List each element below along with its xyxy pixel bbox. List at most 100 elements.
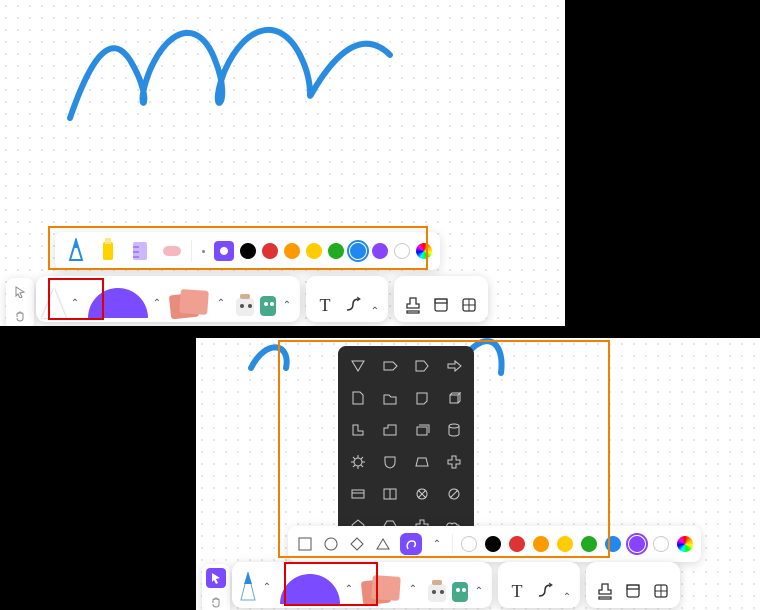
connector-tool-icon[interactable]	[340, 292, 366, 318]
color-yellow[interactable]	[306, 243, 322, 259]
chevron-up-icon[interactable]: ⌃	[214, 296, 228, 310]
frame-tool-icon[interactable]	[428, 292, 454, 318]
color-picker-icon[interactable]	[677, 536, 693, 552]
shape-page-icon[interactable]	[346, 386, 370, 410]
pen-blue-icon	[238, 570, 258, 604]
tool-tray-objects	[394, 276, 488, 322]
color-red[interactable]	[509, 536, 525, 552]
shape-plus-hollow-icon[interactable]	[442, 450, 466, 474]
table-tool-icon[interactable]	[456, 292, 482, 318]
shape-l-icon[interactable]	[346, 418, 370, 442]
stamp-tool-icon[interactable]	[592, 578, 618, 604]
shape-toolbar: ⌃	[288, 526, 701, 562]
sticky-tool-slot[interactable]: ⌃	[362, 574, 420, 604]
chevron-up-icon[interactable]: ⌃	[430, 537, 444, 551]
pointer-tool-icon[interactable]	[10, 282, 30, 302]
character-2-icon	[450, 578, 470, 604]
color-black[interactable]	[485, 536, 501, 552]
shape-arrow-block-icon[interactable]	[442, 354, 466, 378]
selection-mode-bar	[6, 278, 34, 326]
character-2-icon	[258, 292, 278, 318]
shape-shield-icon[interactable]	[378, 450, 402, 474]
color-white-2[interactable]	[653, 536, 669, 552]
color-black[interactable]	[240, 243, 256, 259]
color-red[interactable]	[262, 243, 278, 259]
sticky-notes-icon	[362, 574, 404, 604]
eraser-tool-icon[interactable]	[159, 242, 185, 260]
characters-tool-slot[interactable]: ⌃	[426, 578, 486, 604]
pen-toolbar	[55, 232, 440, 270]
shape-circle-icon[interactable]	[322, 531, 340, 557]
shape-triangle-down-icon[interactable]	[346, 354, 370, 378]
characters-tool-slot[interactable]: ⌃	[234, 292, 294, 318]
shape-folder-icon[interactable]	[378, 386, 402, 410]
shape-tool-slot[interactable]: ⌃	[88, 288, 164, 318]
shape-gear-icon[interactable]	[346, 450, 370, 474]
table-tool-icon[interactable]	[648, 578, 674, 604]
shape-cylinder-icon[interactable]	[442, 418, 466, 442]
main-toolbar-top: ⌃ ⌃ ⌃ ⌃ T ⌃	[36, 276, 488, 322]
color-blue[interactable]	[605, 536, 621, 552]
chevron-up-icon[interactable]: ⌃	[368, 304, 382, 318]
text-tool-icon[interactable]: T	[504, 578, 530, 604]
shape-tag-icon[interactable]	[378, 354, 402, 378]
shape-stack-icon[interactable]	[410, 418, 434, 442]
pen-tool-icon[interactable]	[63, 238, 89, 264]
color-green[interactable]	[581, 536, 597, 552]
connector-tool-icon[interactable]	[532, 578, 558, 604]
shape-card-icon[interactable]	[346, 482, 370, 506]
color-green[interactable]	[328, 243, 344, 259]
color-picker-icon[interactable]	[416, 243, 432, 259]
text-tool-icon[interactable]: T	[312, 292, 338, 318]
half-circle-icon	[88, 288, 148, 318]
shape-no-entry-icon[interactable]	[442, 482, 466, 506]
shape-tab-icon[interactable]	[378, 418, 402, 442]
shape-cube-icon[interactable]	[442, 386, 466, 410]
pointer-tool-active-icon[interactable]	[206, 568, 226, 588]
hand-tool-icon[interactable]	[206, 592, 226, 610]
color-orange[interactable]	[533, 536, 549, 552]
stroke-thin-icon[interactable]	[198, 250, 208, 253]
shape-cross-icon[interactable]	[410, 482, 434, 506]
whiteboard-canvas-top[interactable]: ⌃ ⌃ ⌃ ⌃ T ⌃	[0, 0, 565, 326]
chevron-up-icon[interactable]: ⌃	[342, 582, 356, 596]
selected-color-swatch[interactable]	[214, 241, 234, 261]
hand-tool-icon[interactable]	[10, 306, 30, 326]
color-yellow[interactable]	[557, 536, 573, 552]
shape-trapezoid-icon[interactable]	[410, 450, 434, 474]
shape-note-icon[interactable]	[410, 386, 434, 410]
shape-triangle-icon[interactable]	[374, 531, 392, 557]
draw-tool-slot[interactable]: ⌃	[42, 288, 82, 318]
chevron-up-icon[interactable]: ⌃	[260, 580, 274, 594]
chevron-up-icon[interactable]: ⌃	[150, 296, 164, 310]
color-orange[interactable]	[284, 243, 300, 259]
color-purple[interactable]	[372, 243, 388, 259]
highlighter-tool-icon[interactable]	[95, 238, 121, 264]
tool-tray-shapes: ⌃ ⌃ ⌃ ⌃	[36, 276, 300, 322]
chevron-up-icon[interactable]: ⌃	[472, 584, 486, 598]
color-white[interactable]	[394, 243, 410, 259]
divider	[452, 534, 453, 554]
sticky-notes-icon	[170, 288, 212, 318]
sticky-tool-slot[interactable]: ⌃	[170, 288, 228, 318]
shape-freeform-active-icon[interactable]	[400, 533, 422, 555]
color-white[interactable]	[461, 536, 477, 552]
draw-tool-slot[interactable]: ⌃	[238, 570, 274, 604]
shape-tool-slot[interactable]: ⌃	[280, 574, 356, 604]
whiteboard-canvas-bottom[interactable]: ⌃ ⌃ ⌃	[196, 338, 760, 610]
chevron-up-icon[interactable]: ⌃	[560, 590, 574, 604]
half-circle-icon	[280, 574, 340, 604]
color-blue-active[interactable]	[350, 243, 366, 259]
chevron-up-icon[interactable]: ⌃	[280, 298, 294, 312]
shape-square-icon[interactable]	[296, 531, 314, 557]
chevron-up-icon[interactable]: ⌃	[68, 296, 82, 310]
ruler-tool-icon[interactable]	[127, 240, 153, 262]
frame-tool-icon[interactable]	[620, 578, 646, 604]
color-purple-active[interactable]	[629, 536, 645, 552]
stamp-tool-icon[interactable]	[400, 292, 426, 318]
tool-tray-text: T ⌃	[306, 276, 388, 322]
shape-window-icon[interactable]	[378, 482, 402, 506]
shape-pentagon-right-icon[interactable]	[410, 354, 434, 378]
shape-diamond-icon[interactable]	[348, 531, 366, 557]
chevron-up-icon[interactable]: ⌃	[406, 582, 420, 596]
